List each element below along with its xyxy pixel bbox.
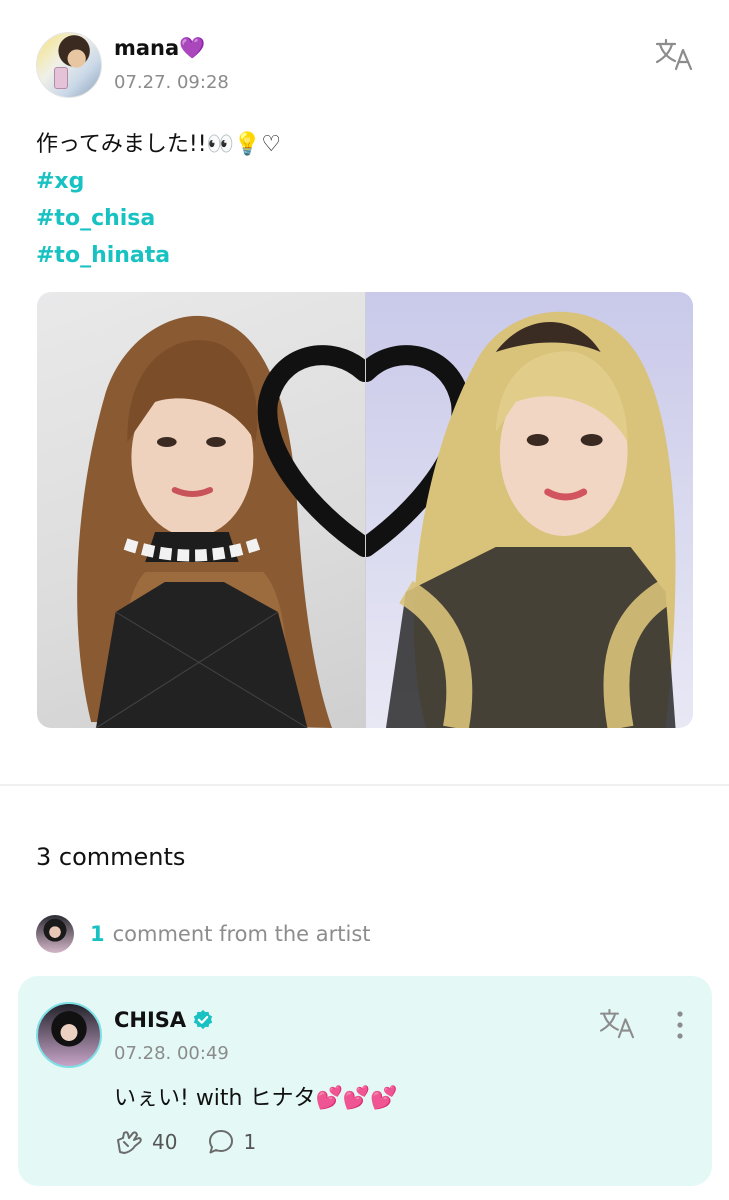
hashtag-to-hinata[interactable]: #to_hinata xyxy=(36,237,696,274)
verified-badge-icon xyxy=(194,1009,213,1030)
post-text: 作ってみました!!👀💡♡ xyxy=(36,132,282,157)
post-header: mana💜 07.27. 09:28 xyxy=(36,30,696,100)
comment-timestamp: 07.28. 00:49 xyxy=(114,1043,229,1064)
comment-text: いぇい! with ヒナタ💕💕💕 xyxy=(114,1086,398,1111)
translate-icon[interactable] xyxy=(598,1008,636,1040)
artist-avatar xyxy=(36,915,74,953)
hashtag-to-chisa[interactable]: #to_chisa xyxy=(36,200,696,237)
purple-heart-icon: 💜 xyxy=(179,36,206,60)
comments-count: 3 comments xyxy=(36,843,186,871)
portrait-brown-hair xyxy=(77,315,365,728)
like-button[interactable]: 40 xyxy=(114,1128,177,1156)
author-avatar[interactable] xyxy=(36,32,102,98)
phone-in-avatar xyxy=(54,67,68,89)
post-image[interactable] xyxy=(37,292,693,728)
artist-comment-count: 1 xyxy=(90,922,105,946)
more-options-icon[interactable] xyxy=(670,1010,690,1040)
commenter-avatar[interactable] xyxy=(36,1002,102,1068)
reply-count: 1 xyxy=(243,1130,257,1154)
speech-bubble-icon xyxy=(209,1130,234,1154)
hashtag-xg[interactable]: #xg xyxy=(36,163,696,200)
commenter-name[interactable]: CHISA xyxy=(114,1008,214,1032)
artist-comment-label: comment from the artist xyxy=(112,922,371,946)
artist-comment-summary[interactable]: 1 comment from the artist xyxy=(36,914,371,954)
artist-comment-card: CHISA 07.28. 00:49 いぇい! with ヒナタ💕💕💕 40 1 xyxy=(18,976,712,1186)
cheer-icon xyxy=(117,1131,142,1154)
post-timestamp: 07.27. 09:28 xyxy=(114,72,229,93)
portrait-blonde-hair xyxy=(365,311,676,728)
photo-right xyxy=(365,292,693,728)
author-name[interactable]: mana💜 xyxy=(114,36,205,61)
photo-left xyxy=(37,292,366,728)
comment-actions: 40 1 xyxy=(114,1128,286,1156)
post-body: 作ってみました!!👀💡♡ #xg #to_chisa #to_hinata xyxy=(36,127,696,274)
section-divider xyxy=(0,784,729,786)
reply-button[interactable]: 1 xyxy=(207,1128,256,1156)
author-name-text: mana xyxy=(114,36,180,60)
like-count: 40 xyxy=(152,1130,178,1154)
translate-icon[interactable] xyxy=(654,38,694,72)
commenter-name-text: CHISA xyxy=(114,1008,187,1032)
